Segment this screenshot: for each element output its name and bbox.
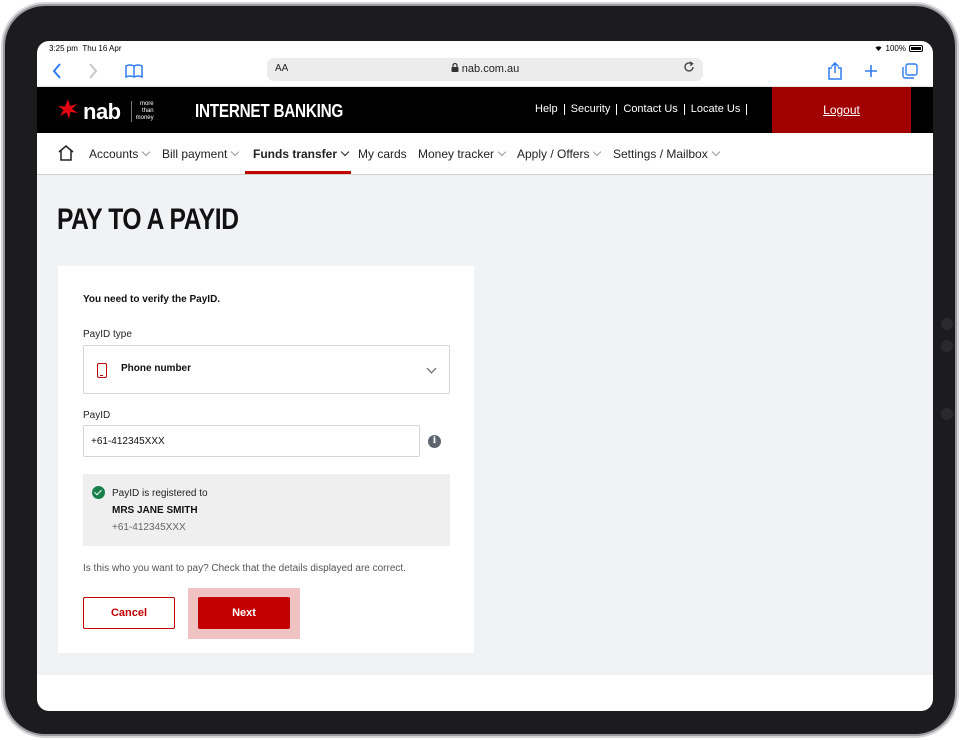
- home-icon[interactable]: [57, 144, 75, 162]
- star-icon: [57, 98, 79, 125]
- status-bar: 3:25 pm Thu 16 Apr 100%: [37, 41, 933, 55]
- cancel-button[interactable]: Cancel: [83, 597, 175, 629]
- main-content: PAY TO A PAYID You need to verify the Pa…: [37, 175, 933, 675]
- payid-input[interactable]: +61-412345XXX: [83, 425, 420, 457]
- top-links: Help Security Contact Us Locate Us: [535, 104, 748, 115]
- logout-button[interactable]: Logout: [772, 87, 911, 133]
- address-bar[interactable]: AA nab.com.au: [267, 58, 703, 81]
- help-link[interactable]: Help: [535, 104, 565, 115]
- bookmarks-icon[interactable]: [123, 60, 145, 82]
- battery-percent: 100%: [885, 44, 906, 53]
- tabs-icon[interactable]: [901, 60, 919, 82]
- check-circle-icon: [92, 486, 105, 499]
- registered-name: MRS JANE SMITH: [112, 505, 198, 516]
- nav-funds-transfer[interactable]: Funds transfer: [253, 147, 350, 161]
- payid-card: You need to verify the PayID. PayID type…: [58, 266, 474, 653]
- payid-label: PayID: [83, 410, 111, 421]
- chevron-down-icon: [142, 147, 151, 157]
- registered-panel: PayID is registered to MRS JANE SMITH +6…: [83, 474, 450, 546]
- confirm-question: Is this who you want to pay? Check that …: [83, 563, 406, 574]
- chevron-down-icon: [426, 363, 437, 374]
- chevron-down-icon: [231, 147, 240, 157]
- new-tab-icon[interactable]: [863, 60, 879, 82]
- wifi-icon: [874, 44, 883, 53]
- nav-accounts[interactable]: Accounts: [89, 147, 151, 161]
- app-title: INTERNET BANKING: [195, 101, 344, 121]
- chevron-down-icon: [593, 147, 602, 157]
- chevron-down-icon: [340, 147, 350, 157]
- next-button[interactable]: Next: [198, 597, 290, 629]
- side-dot: [941, 408, 953, 420]
- info-icon[interactable]: i: [428, 435, 441, 448]
- nav-bill-payment[interactable]: Bill payment: [162, 147, 240, 161]
- registered-text: PayID is registered to: [112, 488, 208, 499]
- status-right: 100%: [874, 44, 923, 53]
- payid-type-label: PayID type: [83, 329, 132, 340]
- battery-icon: [909, 45, 923, 52]
- status-time: 3:25 pm Thu 16 Apr: [49, 44, 122, 53]
- back-icon[interactable]: [49, 60, 65, 82]
- reload-icon[interactable]: [683, 61, 695, 76]
- chevron-down-icon: [497, 147, 507, 157]
- locate-us-link[interactable]: Locate Us: [685, 104, 748, 115]
- active-nav-indicator: [245, 171, 351, 174]
- browser-toolbar: AA nab.com.au: [37, 55, 933, 87]
- logo-tagline: more than money: [130, 101, 154, 122]
- nav-money-tracker[interactable]: Money tracker: [418, 147, 507, 161]
- nav-my-cards[interactable]: My cards: [358, 147, 407, 161]
- main-nav: Accounts Bill payment Funds transfer My …: [37, 133, 933, 175]
- payid-type-value: Phone number: [121, 363, 192, 374]
- side-dot: [941, 340, 953, 352]
- nav-settings-mailbox[interactable]: Settings / Mailbox: [613, 147, 720, 161]
- share-icon[interactable]: [827, 60, 843, 82]
- contact-us-link[interactable]: Contact Us: [617, 104, 685, 115]
- registered-number: +61-412345XXX: [112, 522, 186, 533]
- security-link[interactable]: Security: [565, 104, 618, 115]
- phone-icon: [97, 363, 107, 378]
- ipad-frame: 3:25 pm Thu 16 Apr 100% AA nab.com.au na…: [5, 6, 955, 734]
- bank-header: nab more than money INTERNET BANKING Help …: [37, 87, 933, 133]
- url-text: nab.com.au: [267, 62, 703, 75]
- lock-icon: [451, 62, 462, 75]
- chevron-down-icon: [711, 147, 720, 157]
- forward-icon[interactable]: [85, 60, 101, 82]
- payid-type-select[interactable]: Phone number: [83, 345, 450, 394]
- side-dot: [941, 318, 953, 330]
- nav-apply-offers[interactable]: Apply / Offers: [517, 147, 602, 161]
- nab-logo[interactable]: nab more than money: [57, 98, 154, 125]
- screen: 3:25 pm Thu 16 Apr 100% AA nab.com.au na…: [37, 41, 933, 711]
- verify-message: You need to verify the PayID.: [83, 294, 221, 305]
- page-title: PAY TO A PAYID: [57, 203, 239, 236]
